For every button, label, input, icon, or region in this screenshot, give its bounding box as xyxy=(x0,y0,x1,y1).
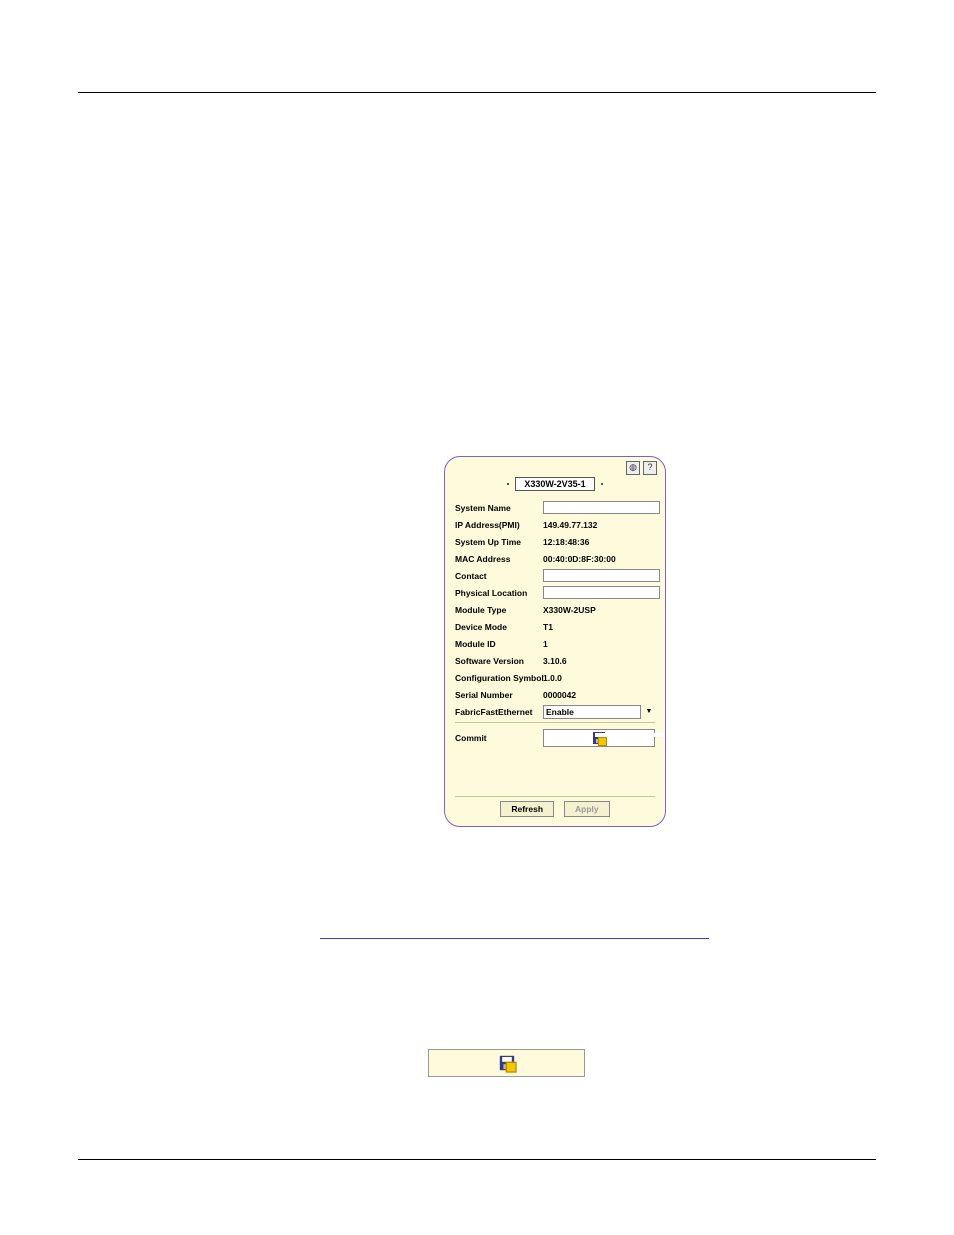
ffe-select[interactable]: Enable xyxy=(543,705,641,719)
value-config-symbol: 1.0.0 xyxy=(543,673,655,683)
label-sw-version: Software Version xyxy=(455,656,543,666)
label-location: Physical Location xyxy=(455,588,543,598)
value-uptime: 12:18:48:36 xyxy=(543,537,655,547)
horizontal-rule-top xyxy=(78,92,876,93)
label-ffe: FabricFastEthernet xyxy=(455,707,543,717)
value-module-id: 1 xyxy=(543,639,655,649)
commit-detail-box[interactable] xyxy=(428,1049,585,1077)
label-config-symbol: Configuration Symbol xyxy=(455,673,543,683)
system-name-input[interactable] xyxy=(543,501,660,514)
fields-area: System Name IP Address(PMI) 149.49.77.13… xyxy=(455,499,655,749)
module-info-panel: ◍ ? X330W-2V35-1 System Name IP Address(… xyxy=(444,456,666,827)
label-system-name: System Name xyxy=(455,503,543,513)
blue-underline xyxy=(320,938,709,939)
label-mac: MAC Address xyxy=(455,554,543,564)
title-dot-right xyxy=(601,483,603,485)
label-module-type: Module Type xyxy=(455,605,543,615)
location-input[interactable] xyxy=(543,586,660,599)
refresh-button[interactable]: Refresh xyxy=(500,801,554,817)
label-contact: Contact xyxy=(455,571,543,581)
panel-title: X330W-2V35-1 xyxy=(515,477,594,491)
save-disk-icon xyxy=(499,1056,513,1070)
label-module-id: Module ID xyxy=(455,639,543,649)
apply-button[interactable]: Apply xyxy=(564,801,610,817)
value-ip-address: 149.49.77.132 xyxy=(543,520,655,530)
label-serial: Serial Number xyxy=(455,690,543,700)
label-device-mode: Device Mode xyxy=(455,622,543,632)
panel-button-bar: Refresh Apply xyxy=(455,796,655,817)
title-dot-left xyxy=(507,483,509,485)
value-mac: 00:40:0D:8F:30:00 xyxy=(543,554,655,564)
value-device-mode: T1 xyxy=(543,622,655,632)
panel-top-icons: ◍ ? xyxy=(626,461,657,475)
value-module-type: X330W-2USP xyxy=(543,605,655,615)
value-sw-version: 3.10.6 xyxy=(543,656,655,666)
world-icon[interactable]: ◍ xyxy=(626,461,640,475)
value-serial: 0000042 xyxy=(543,690,655,700)
label-uptime: System Up Time xyxy=(455,537,543,547)
contact-input[interactable] xyxy=(543,569,660,582)
chevron-down-icon[interactable]: ▼ xyxy=(643,705,655,719)
help-icon[interactable]: ? xyxy=(643,461,657,475)
horizontal-rule-bottom xyxy=(78,1159,876,1160)
save-disk-icon xyxy=(593,732,605,744)
commit-button[interactable] xyxy=(543,729,655,747)
label-ip-address: IP Address(PMI) xyxy=(455,520,543,530)
label-commit: Commit xyxy=(455,733,543,743)
